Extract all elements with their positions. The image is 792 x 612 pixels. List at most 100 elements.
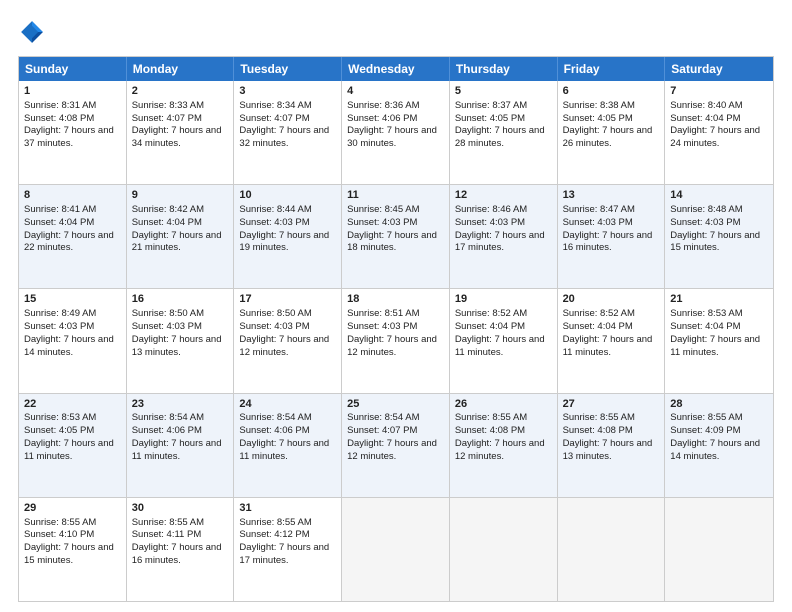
logo-icon [18, 18, 46, 46]
day-header-wednesday: Wednesday [342, 57, 450, 81]
daylight-text: Daylight: 7 hours and 19 minutes. [239, 230, 336, 256]
calendar-week-3: 15Sunrise: 8:49 AMSunset: 4:03 PMDayligh… [19, 288, 773, 392]
day-number: 23 [132, 397, 229, 412]
day-number: 4 [347, 84, 444, 99]
day-header-tuesday: Tuesday [234, 57, 342, 81]
daylight-text: Daylight: 7 hours and 18 minutes. [347, 230, 444, 256]
sunrise-text: Sunrise: 8:51 AM [347, 308, 444, 321]
sunset-text: Sunset: 4:05 PM [24, 425, 121, 438]
sunrise-text: Sunrise: 8:52 AM [563, 308, 660, 321]
calendar-cell: 27Sunrise: 8:55 AMSunset: 4:08 PMDayligh… [558, 394, 666, 497]
sunrise-text: Sunrise: 8:31 AM [24, 100, 121, 113]
daylight-text: Daylight: 7 hours and 26 minutes. [563, 125, 660, 151]
sunset-text: Sunset: 4:11 PM [132, 529, 229, 542]
sunset-text: Sunset: 4:04 PM [24, 217, 121, 230]
day-number: 16 [132, 292, 229, 307]
daylight-text: Daylight: 7 hours and 22 minutes. [24, 230, 121, 256]
daylight-text: Daylight: 7 hours and 13 minutes. [563, 438, 660, 464]
daylight-text: Daylight: 7 hours and 16 minutes. [132, 542, 229, 568]
day-number: 31 [239, 501, 336, 516]
sunrise-text: Sunrise: 8:55 AM [239, 517, 336, 530]
sunrise-text: Sunrise: 8:40 AM [670, 100, 768, 113]
calendar-cell: 7Sunrise: 8:40 AMSunset: 4:04 PMDaylight… [665, 81, 773, 184]
day-header-sunday: Sunday [19, 57, 127, 81]
day-number: 14 [670, 188, 768, 203]
day-number: 28 [670, 397, 768, 412]
sunset-text: Sunset: 4:09 PM [670, 425, 768, 438]
sunset-text: Sunset: 4:03 PM [670, 217, 768, 230]
day-number: 15 [24, 292, 121, 307]
calendar-cell: 30Sunrise: 8:55 AMSunset: 4:11 PMDayligh… [127, 498, 235, 601]
calendar-cell: 1Sunrise: 8:31 AMSunset: 4:08 PMDaylight… [19, 81, 127, 184]
sunrise-text: Sunrise: 8:34 AM [239, 100, 336, 113]
calendar-cell: 9Sunrise: 8:42 AMSunset: 4:04 PMDaylight… [127, 185, 235, 288]
sunset-text: Sunset: 4:04 PM [455, 321, 552, 334]
daylight-text: Daylight: 7 hours and 15 minutes. [670, 230, 768, 256]
sunset-text: Sunset: 4:06 PM [347, 113, 444, 126]
sunset-text: Sunset: 4:07 PM [347, 425, 444, 438]
sunrise-text: Sunrise: 8:33 AM [132, 100, 229, 113]
calendar-cell: 26Sunrise: 8:55 AMSunset: 4:08 PMDayligh… [450, 394, 558, 497]
sunset-text: Sunset: 4:03 PM [239, 321, 336, 334]
sunset-text: Sunset: 4:05 PM [563, 113, 660, 126]
calendar-cell: 28Sunrise: 8:55 AMSunset: 4:09 PMDayligh… [665, 394, 773, 497]
daylight-text: Daylight: 7 hours and 32 minutes. [239, 125, 336, 151]
calendar-cell [665, 498, 773, 601]
day-header-thursday: Thursday [450, 57, 558, 81]
calendar-cell: 17Sunrise: 8:50 AMSunset: 4:03 PMDayligh… [234, 289, 342, 392]
sunset-text: Sunset: 4:04 PM [563, 321, 660, 334]
day-number: 7 [670, 84, 768, 99]
day-number: 22 [24, 397, 121, 412]
calendar-cell: 22Sunrise: 8:53 AMSunset: 4:05 PMDayligh… [19, 394, 127, 497]
calendar-cell [558, 498, 666, 601]
daylight-text: Daylight: 7 hours and 12 minutes. [347, 438, 444, 464]
day-number: 17 [239, 292, 336, 307]
calendar-cell: 16Sunrise: 8:50 AMSunset: 4:03 PMDayligh… [127, 289, 235, 392]
sunrise-text: Sunrise: 8:41 AM [24, 204, 121, 217]
daylight-text: Daylight: 7 hours and 14 minutes. [670, 438, 768, 464]
day-number: 30 [132, 501, 229, 516]
day-number: 9 [132, 188, 229, 203]
sunrise-text: Sunrise: 8:55 AM [455, 412, 552, 425]
day-number: 27 [563, 397, 660, 412]
daylight-text: Daylight: 7 hours and 24 minutes. [670, 125, 768, 151]
page: SundayMondayTuesdayWednesdayThursdayFrid… [0, 0, 792, 612]
calendar-body: 1Sunrise: 8:31 AMSunset: 4:08 PMDaylight… [19, 81, 773, 601]
day-header-saturday: Saturday [665, 57, 773, 81]
sunrise-text: Sunrise: 8:36 AM [347, 100, 444, 113]
calendar-week-2: 8Sunrise: 8:41 AMSunset: 4:04 PMDaylight… [19, 184, 773, 288]
sunset-text: Sunset: 4:12 PM [239, 529, 336, 542]
daylight-text: Daylight: 7 hours and 14 minutes. [24, 334, 121, 360]
calendar-cell: 10Sunrise: 8:44 AMSunset: 4:03 PMDayligh… [234, 185, 342, 288]
calendar-cell: 6Sunrise: 8:38 AMSunset: 4:05 PMDaylight… [558, 81, 666, 184]
sunrise-text: Sunrise: 8:55 AM [132, 517, 229, 530]
daylight-text: Daylight: 7 hours and 13 minutes. [132, 334, 229, 360]
calendar-cell [342, 498, 450, 601]
sunset-text: Sunset: 4:03 PM [239, 217, 336, 230]
sunrise-text: Sunrise: 8:55 AM [563, 412, 660, 425]
sunrise-text: Sunrise: 8:54 AM [239, 412, 336, 425]
daylight-text: Daylight: 7 hours and 11 minutes. [670, 334, 768, 360]
calendar: SundayMondayTuesdayWednesdayThursdayFrid… [18, 56, 774, 602]
calendar-cell: 31Sunrise: 8:55 AMSunset: 4:12 PMDayligh… [234, 498, 342, 601]
day-number: 10 [239, 188, 336, 203]
day-number: 6 [563, 84, 660, 99]
sunrise-text: Sunrise: 8:38 AM [563, 100, 660, 113]
calendar-cell: 18Sunrise: 8:51 AMSunset: 4:03 PMDayligh… [342, 289, 450, 392]
day-number: 8 [24, 188, 121, 203]
day-header-friday: Friday [558, 57, 666, 81]
day-number: 12 [455, 188, 552, 203]
sunset-text: Sunset: 4:08 PM [563, 425, 660, 438]
sunset-text: Sunset: 4:03 PM [563, 217, 660, 230]
calendar-cell: 4Sunrise: 8:36 AMSunset: 4:06 PMDaylight… [342, 81, 450, 184]
calendar-cell: 24Sunrise: 8:54 AMSunset: 4:06 PMDayligh… [234, 394, 342, 497]
day-number: 11 [347, 188, 444, 203]
sunrise-text: Sunrise: 8:47 AM [563, 204, 660, 217]
calendar-cell: 11Sunrise: 8:45 AMSunset: 4:03 PMDayligh… [342, 185, 450, 288]
sunrise-text: Sunrise: 8:55 AM [670, 412, 768, 425]
calendar-cell: 5Sunrise: 8:37 AMSunset: 4:05 PMDaylight… [450, 81, 558, 184]
sunset-text: Sunset: 4:04 PM [670, 113, 768, 126]
daylight-text: Daylight: 7 hours and 11 minutes. [563, 334, 660, 360]
day-number: 20 [563, 292, 660, 307]
sunrise-text: Sunrise: 8:53 AM [24, 412, 121, 425]
